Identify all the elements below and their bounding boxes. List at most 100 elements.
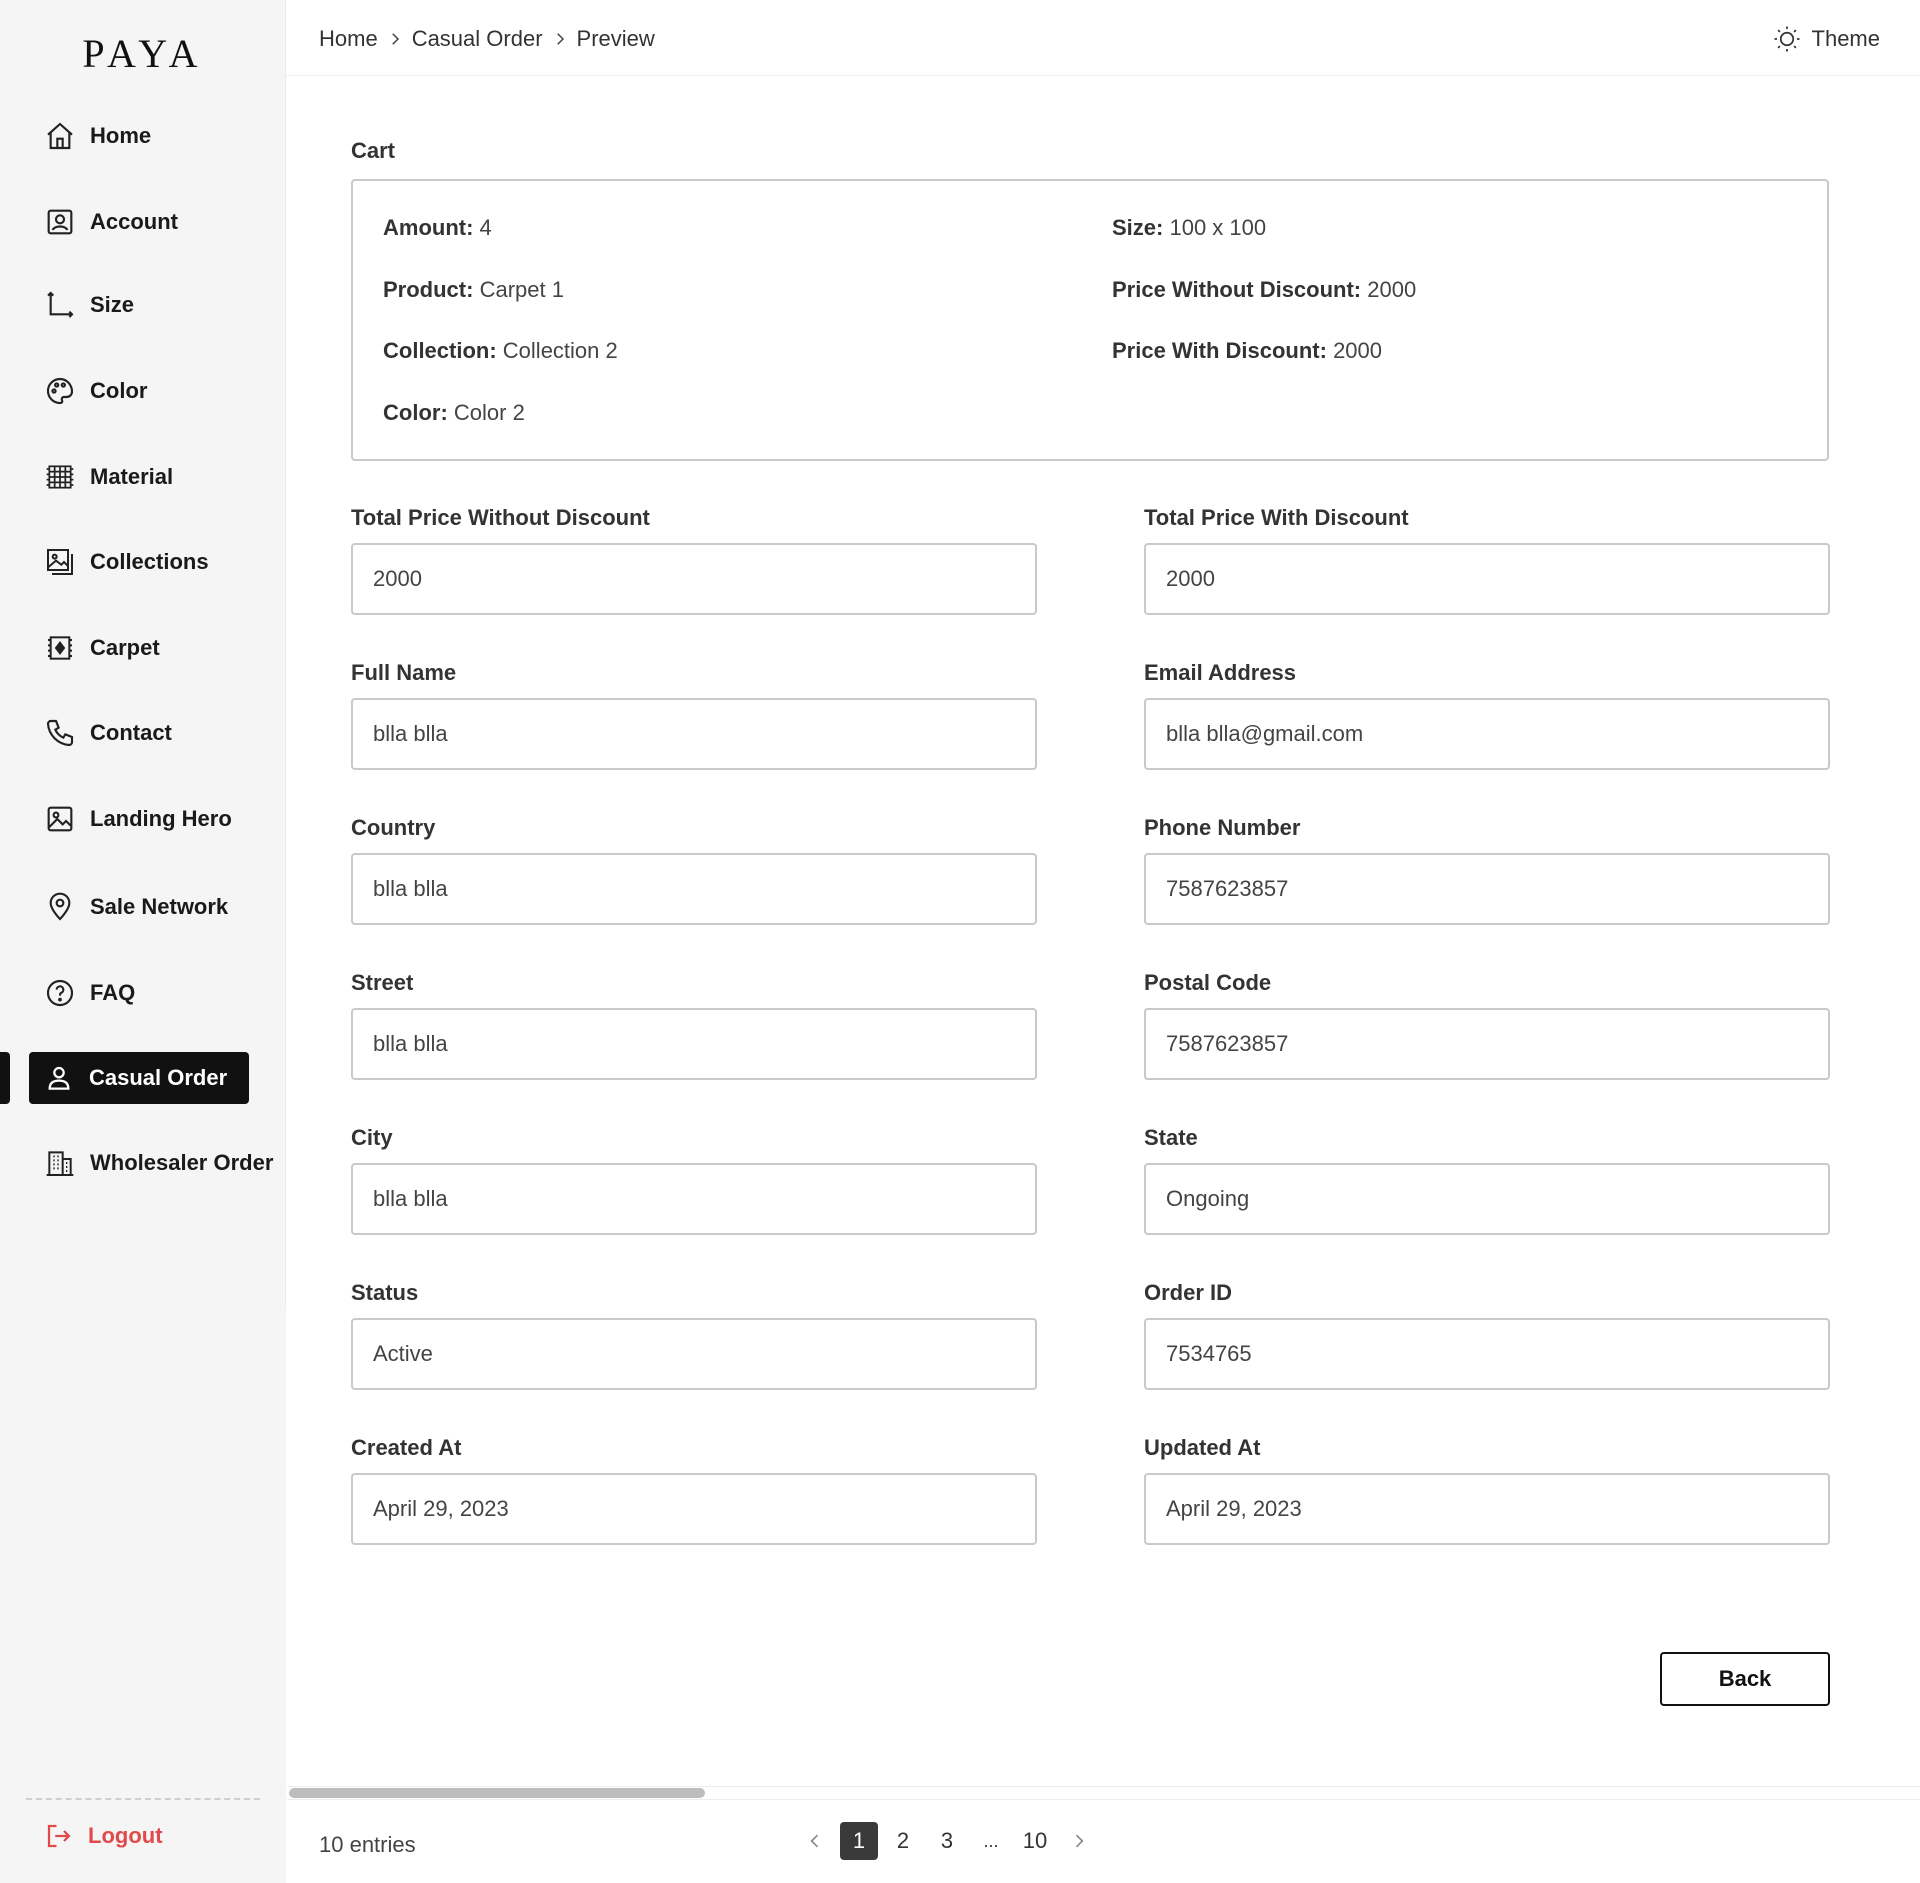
total-price-without-discount-label: Total Price Without Discount <box>351 505 650 530</box>
phone-number-input[interactable] <box>1144 853 1830 925</box>
status-input[interactable] <box>351 1318 1037 1390</box>
sidebar-item-collections[interactable]: Collections <box>30 536 223 588</box>
sidebar-item-casual-order[interactable]: Casual Order <box>29 1052 250 1104</box>
street-label: Street <box>351 970 414 995</box>
breadcrumb: Home Casual Order Preview <box>319 26 655 52</box>
total-price-without-discount-input[interactable] <box>351 543 1037 615</box>
brand-logo: PAYA <box>82 31 204 76</box>
pagination: 1 2 3 ... 10 <box>796 1822 1104 1860</box>
sun-icon <box>1774 26 1800 52</box>
home-icon <box>47 122 73 150</box>
sidebar-item-wholesaler-order[interactable]: Wholesaler Order <box>30 1137 287 1189</box>
chevron-left-icon <box>810 1834 819 1848</box>
sidebar-item-label: Sale Network <box>90 894 229 919</box>
postal-code-input[interactable] <box>1144 1008 1830 1080</box>
top-header: Home Casual Order Preview Theme <box>286 0 1920 76</box>
cart-price-without-discount: Price Without Discount: 2000 <box>1112 277 1417 302</box>
sidebar-item-label: Account <box>90 209 178 234</box>
phone-icon <box>46 719 74 747</box>
created-at-input[interactable] <box>351 1473 1037 1545</box>
cart-color: Color: Color 2 <box>383 400 525 425</box>
image-icon <box>47 806 73 832</box>
city-label: City <box>351 1125 393 1150</box>
sidebar-item-label: Casual Order <box>89 1065 228 1090</box>
sidebar-item-account[interactable]: Account <box>30 196 192 248</box>
sidebar-item-label: Material <box>90 464 174 489</box>
cart-box: Amount: 4 Product: Carpet 1 Collection: … <box>351 179 1829 461</box>
sidebar-item-label: Collections <box>90 549 209 574</box>
breadcrumb-casual-order[interactable]: Casual Order <box>412 26 543 52</box>
size-icon <box>47 291 74 318</box>
state-input[interactable] <box>1144 1163 1830 1235</box>
logout-button[interactable]: Logout <box>30 1810 177 1862</box>
total-price-with-discount-input[interactable] <box>1144 543 1830 615</box>
sidebar-item-sale-network[interactable]: Sale Network <box>30 881 242 933</box>
entries-count: 10 entries <box>319 1832 416 1857</box>
cart-collection: Collection: Collection 2 <box>383 338 618 363</box>
sidebar-item-home[interactable]: Home <box>30 110 165 162</box>
order-id-input[interactable] <box>1144 1318 1830 1390</box>
pagination-page-10[interactable]: 10 <box>1016 1822 1054 1860</box>
sidebar-item-contact[interactable]: Contact <box>30 707 186 759</box>
cart-price-with-discount: Price With Discount: 2000 <box>1112 338 1383 363</box>
status-label: Status <box>351 1280 419 1305</box>
sidebar-item-landing-hero[interactable]: Landing Hero <box>30 793 246 845</box>
order-id-label: Order ID <box>1144 1280 1233 1305</box>
collections-icon <box>47 549 73 575</box>
sidebar-item-faq[interactable]: FAQ <box>30 967 149 1019</box>
pagination-page-3[interactable]: 3 <box>928 1822 966 1860</box>
email-address-input[interactable] <box>1144 698 1830 770</box>
chevron-right-icon <box>556 33 564 45</box>
breadcrumb-preview: Preview <box>576 26 655 51</box>
street-input[interactable] <box>351 1008 1037 1080</box>
building-icon <box>46 1151 74 1176</box>
carpet-icon <box>48 636 72 660</box>
palette-icon <box>46 377 74 405</box>
pagination-page-1[interactable]: 1 <box>840 1822 878 1860</box>
question-icon <box>46 979 74 1007</box>
sidebar-item-material[interactable]: Material <box>30 451 187 503</box>
postal-code-label: Postal Code <box>1144 970 1272 995</box>
sidebar-item-label: Landing Hero <box>90 806 232 831</box>
user-icon <box>48 1066 70 1090</box>
chevron-right-icon <box>1075 1834 1084 1848</box>
country-input[interactable] <box>351 853 1037 925</box>
sidebar-item-label: Home <box>90 123 152 148</box>
sidebar-item-label: Carpet <box>90 635 160 660</box>
pagination-prev-button[interactable] <box>796 1822 834 1860</box>
theme-toggle[interactable]: Theme <box>1772 24 1880 54</box>
account-icon <box>47 209 73 235</box>
sidebar-item-color[interactable]: Color <box>30 365 161 417</box>
full-name-input[interactable] <box>351 698 1037 770</box>
sidebar-item-label: Contact <box>90 720 172 745</box>
sidebar-item-label: Color <box>90 378 148 403</box>
horizontal-scrollbar-thumb[interactable] <box>289 1788 705 1798</box>
total-price-with-discount-label: Total Price With Discount <box>1144 505 1409 530</box>
chevron-right-icon <box>391 33 399 45</box>
sidebar-item-label: Wholesaler Order <box>90 1150 274 1175</box>
pagination-ellipsis: ... <box>983 1830 999 1851</box>
cart-amount: Amount: 4 <box>383 215 492 240</box>
active-indicator <box>0 1052 10 1104</box>
sidebar-item-label: Size <box>90 292 135 317</box>
updated-at-input[interactable] <box>1144 1473 1830 1545</box>
material-icon <box>46 465 74 489</box>
full-name-label: Full Name <box>351 660 457 685</box>
breadcrumb-home[interactable]: Home <box>319 26 378 52</box>
logout-label: Logout <box>88 1823 163 1848</box>
city-input[interactable] <box>351 1163 1037 1235</box>
pagination-page-2[interactable]: 2 <box>884 1822 922 1860</box>
cart-title: Cart <box>351 138 396 163</box>
pagination-next-button[interactable] <box>1060 1822 1098 1860</box>
back-button[interactable]: Back <box>1660 1652 1830 1706</box>
theme-label: Theme <box>1811 26 1880 51</box>
state-label: State <box>1144 1125 1198 1150</box>
country-label: Country <box>351 815 436 840</box>
phone-number-label: Phone Number <box>1144 815 1301 840</box>
sidebar-item-carpet[interactable]: Carpet <box>30 622 174 674</box>
sidebar-item-label: FAQ <box>90 980 136 1005</box>
updated-at-label: Updated At <box>1144 1435 1261 1460</box>
sidebar-divider <box>26 1798 260 1800</box>
cart-size: Size: 100 x 100 <box>1112 215 1267 240</box>
sidebar-item-size[interactable]: Size <box>30 279 148 331</box>
